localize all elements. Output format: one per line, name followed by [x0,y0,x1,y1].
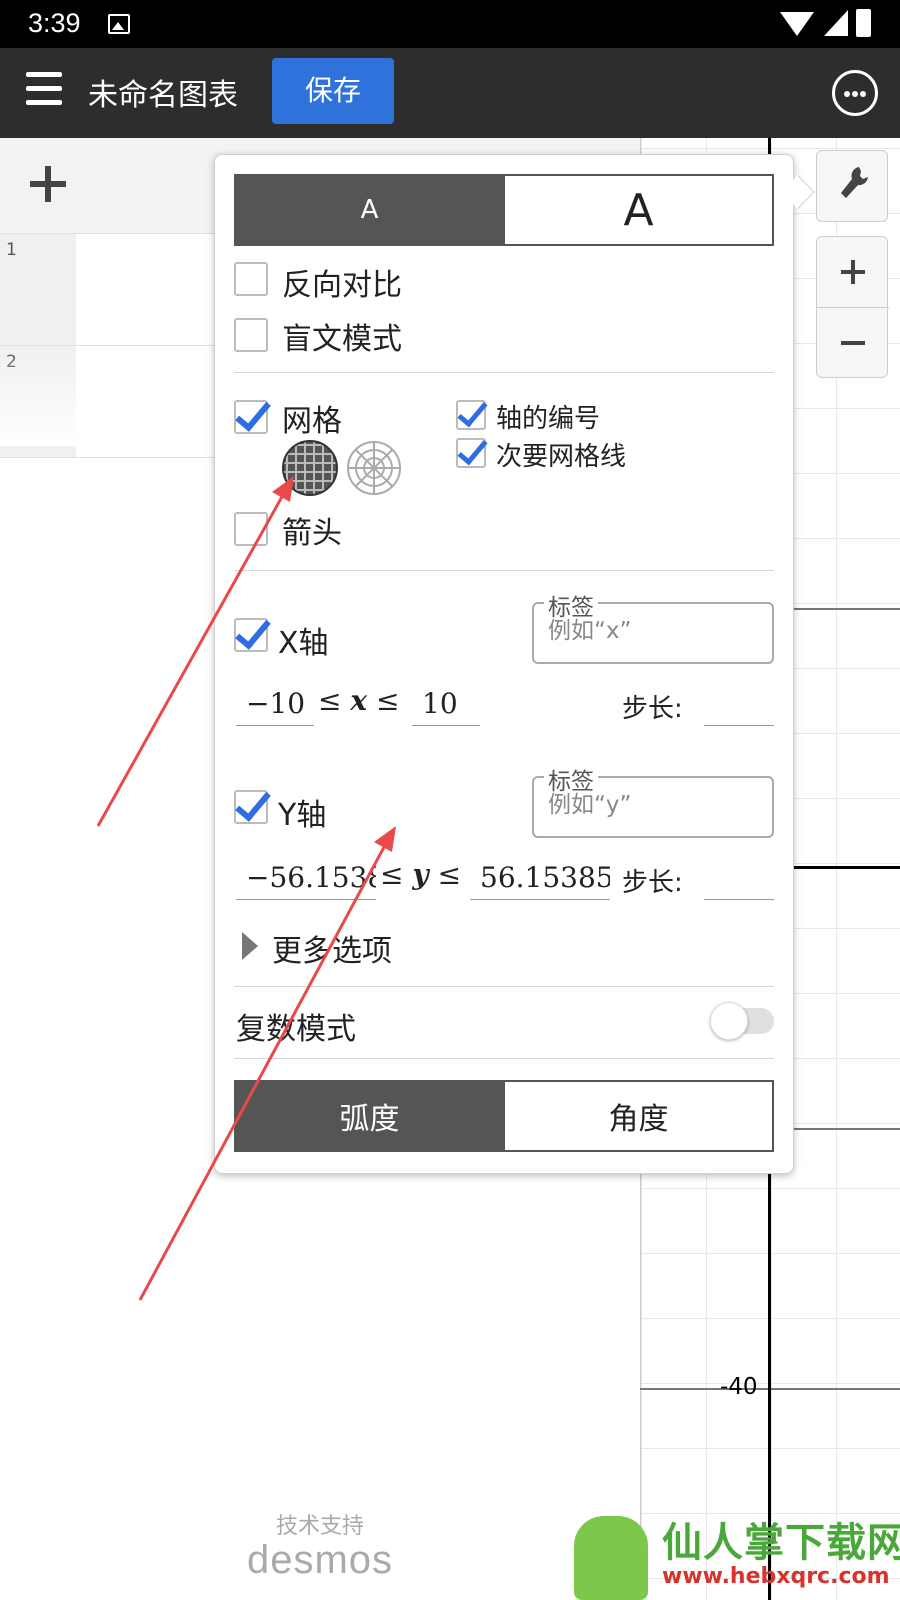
more-options-label: 更多选项 [272,934,392,969]
minor-gridlines-checkbox[interactable] [456,438,486,468]
save-button[interactable]: 保存 [272,58,394,124]
reverse-contrast-checkbox[interactable] [234,262,268,296]
expand-triangle-icon [242,932,258,960]
status-time: 3:39 [28,8,81,38]
y-axis-label: Y轴 [278,798,327,833]
le-symbol: ≤ [380,858,404,891]
x-label-field-legend: 标签 [544,588,598,622]
status-bar: 3:39 [0,0,900,48]
y-step-label: 步长: [622,868,683,898]
wrench-icon [841,167,868,198]
y-axis-checkbox[interactable] [234,790,268,824]
y-min-input[interactable]: −56.15385 [236,856,376,900]
text-size-toggle: A A [234,174,774,246]
y-axis-label-field: 标签 [532,762,774,838]
le-symbol: ≤ [375,684,400,717]
complex-mode-label: 复数模式 [236,1012,356,1047]
add-expression-icon[interactable] [28,164,68,204]
toggle-knob [710,1002,748,1040]
small-text-option[interactable]: A [236,176,503,244]
expression-index: 1 [0,234,76,345]
graph-title[interactable]: 未命名图表 [88,70,238,114]
battery-icon [856,9,871,37]
wifi-icon [780,12,814,36]
x-label-input[interactable] [548,618,758,644]
minor-gridlines-label: 次要网格线 [496,442,627,472]
reverse-contrast-label: 反向对比 [282,268,402,303]
degrees-option[interactable]: 角度 [503,1082,772,1150]
y-label-input[interactable] [548,792,758,818]
y-step-input[interactable] [704,856,774,900]
arrows-checkbox[interactable] [234,512,268,546]
y-variable: y [412,858,429,891]
site-watermark: 仙人掌下载网 www.hebxqrc.com [566,1504,900,1600]
divider [234,570,774,571]
le-symbol: ≤ [318,684,342,717]
le-symbol: ≤ [437,858,462,891]
zoom-in-button[interactable] [817,237,889,308]
image-notification-icon [108,14,130,34]
zoom-out-button[interactable] [817,308,889,379]
axis-numbers-label: 轴的编号 [496,404,601,434]
desmos-logo: desmos [246,1538,394,1582]
axis-numbers-checkbox[interactable] [456,400,486,430]
x-axis-label: X轴 [278,626,329,661]
y-max-input[interactable]: 56.15385 [470,856,610,900]
graph-settings-button[interactable] [816,150,888,222]
app-bar: 未命名图表 保存 [0,48,900,138]
powered-by: 技术支持 desmos [240,1508,400,1580]
x-step-input[interactable] [704,682,774,726]
x-max-input[interactable]: 10 [412,682,480,726]
y-tick-label: -40 [720,1374,758,1400]
cactus-logo-icon [574,1516,648,1600]
braille-mode-checkbox[interactable] [234,318,268,352]
x-range-expression: ≤ x ≤ [318,684,399,717]
x-axis-label-field: 标签 [532,588,774,664]
complex-mode-toggle[interactable] [710,1002,774,1040]
more-options-icon[interactable] [832,70,878,116]
signal-icon [824,10,848,36]
watermark-url: www.hebxqrc.com [662,1564,890,1589]
grid-checkbox[interactable] [234,400,268,434]
hamburger-menu-icon[interactable] [26,72,62,106]
radians-option[interactable]: 弧度 [236,1082,503,1150]
watermark-site-name: 仙人掌下载网 [662,1520,900,1566]
rectangular-grid-icon[interactable] [282,440,338,496]
x-axis-checkbox[interactable] [234,618,268,652]
y-label-field-legend: 标签 [544,762,598,796]
grid-label: 网格 [282,404,342,439]
polar-grid-icon[interactable] [346,440,402,496]
large-text-option[interactable]: A [503,176,772,244]
arrows-label: 箭头 [282,516,342,551]
divider [234,986,774,987]
x-variable: x [350,684,368,717]
divider [234,1058,774,1059]
angle-mode-toggle: 弧度 角度 [234,1080,774,1152]
zoom-controls [816,236,889,379]
x-step-label: 步长: [622,694,683,724]
powered-by-label: 技术支持 [275,1514,364,1539]
braille-mode-label: 盲文模式 [282,322,402,357]
x-min-input[interactable]: −10 [236,682,314,726]
y-range-expression: ≤ y ≤ [380,858,461,891]
divider [234,372,774,373]
